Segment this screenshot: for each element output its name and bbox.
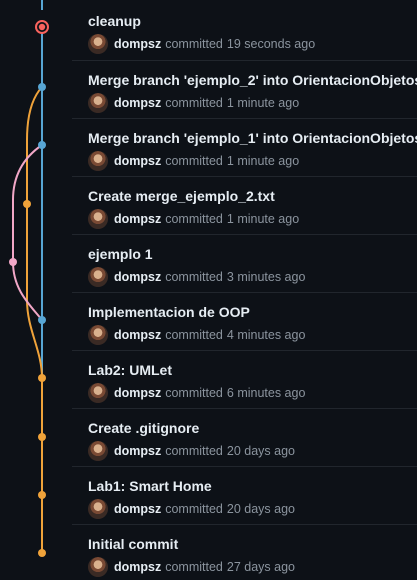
commit-time: 1 minute ago [226,212,300,226]
commit-action: committed [165,502,223,516]
commit-time: 19 seconds ago [226,37,316,51]
commit-author[interactable]: dompsz [114,444,161,458]
avatar-icon[interactable] [88,383,108,403]
commit-author[interactable]: dompsz [114,37,161,51]
commit-title[interactable]: Lab2: UMLet [88,362,172,378]
commit-row[interactable]: Lab1: Smart Home dompsz committed 20 day… [72,466,417,524]
commit-author[interactable]: dompsz [114,154,161,168]
commit-meta: dompsz committed 6 minutes ago [88,383,305,403]
avatar-icon[interactable] [88,34,108,54]
commit-time: 4 minutes ago [226,328,306,342]
commit-meta: dompsz committed 1 minute ago [88,93,299,113]
commit-graph [9,0,49,557]
commit-author[interactable]: dompsz [114,386,161,400]
commit-meta: dompsz committed 20 days ago [88,499,295,519]
commit-meta: dompsz committed 20 days ago [88,441,295,461]
commit-time: 1 minute ago [226,96,300,110]
commit-title[interactable]: Initial commit [88,536,178,552]
graph-line-ejemplo2-bottom [26,204,43,379]
commit-title[interactable]: Implementacion de OOP [88,304,250,320]
commit-node [38,141,46,149]
commit-action: committed [165,328,223,342]
commit-title[interactable]: Merge branch 'ejemplo_1' into Orientacio… [88,130,417,146]
commit-node [38,316,46,324]
commit-node-head-core [38,23,46,31]
commit-node [38,491,46,499]
commit-title[interactable]: Create merge_ejemplo_2.txt [88,188,275,204]
commit-meta: dompsz committed 19 seconds ago [88,34,315,54]
commit-author[interactable]: dompsz [114,328,161,342]
commit-author[interactable]: dompsz [114,212,161,226]
commit-history: cleanup dompsz committed 19 seconds ago … [0,0,417,580]
commit-node [9,258,17,266]
commit-action: committed [165,270,223,284]
commit-author[interactable]: dompsz [114,560,161,574]
commit-time: 20 days ago [226,502,295,516]
commit-action: committed [165,96,223,110]
commit-row[interactable]: ejemplo 1 dompsz committed 3 minutes ago [72,234,417,292]
commit-title[interactable]: Merge branch 'ejemplo_2' into Orientacio… [88,72,417,88]
commit-title[interactable]: cleanup [88,13,141,29]
commit-time: 1 minute ago [226,154,300,168]
commit-time: 20 days ago [226,444,295,458]
commit-meta: dompsz committed 3 minutes ago [88,267,305,287]
commit-row[interactable]: Create merge_ejemplo_2.txt dompsz commit… [72,176,417,234]
commit-node [38,83,46,91]
commit-author[interactable]: dompsz [114,270,161,284]
commit-time: 3 minutes ago [226,270,306,284]
commit-action: committed [165,37,223,51]
commit-node [38,374,46,382]
commit-action: committed [165,212,223,226]
commit-row[interactable]: Implementacion de OOP dompsz committed 4… [72,292,417,350]
avatar-icon[interactable] [88,151,108,171]
commit-row[interactable]: Lab2: UMLet dompsz committed 6 minutes a… [72,350,417,408]
commit-action: committed [165,444,223,458]
commit-meta: dompsz committed 27 days ago [88,557,295,577]
commit-title[interactable]: Create .gitignore [88,420,199,436]
commit-time: 6 minutes ago [226,386,306,400]
commit-meta: dompsz committed 1 minute ago [88,209,299,229]
commit-row[interactable]: Merge branch 'ejemplo_2' into Orientacio… [72,60,417,118]
avatar-icon[interactable] [88,557,108,577]
commit-author[interactable]: dompsz [114,96,161,110]
commit-row[interactable]: Create .gitignore dompsz committed 20 da… [72,408,417,466]
avatar-icon[interactable] [88,209,108,229]
commit-node [23,200,31,208]
commit-title[interactable]: ejemplo 1 [88,246,153,262]
avatar-icon[interactable] [88,499,108,519]
commit-row[interactable]: Merge branch 'ejemplo_1' into Orientacio… [72,118,417,176]
avatar-icon[interactable] [88,441,108,461]
commit-node [38,433,46,441]
commit-meta: dompsz committed 4 minutes ago [88,325,305,345]
commit-time: 27 days ago [226,560,295,574]
commit-meta: dompsz committed 1 minute ago [88,151,299,171]
commit-node [38,549,46,557]
commit-action: committed [165,560,223,574]
commit-action: committed [165,386,223,400]
commit-row[interactable]: cleanup dompsz committed 19 seconds ago [72,2,417,60]
avatar-icon[interactable] [88,325,108,345]
avatar-icon[interactable] [88,267,108,287]
commit-author[interactable]: dompsz [114,502,161,516]
commit-action: committed [165,154,223,168]
avatar-icon[interactable] [88,93,108,113]
commit-title[interactable]: Lab1: Smart Home [88,478,212,494]
commit-row[interactable]: Initial commit dompsz committed 27 days … [72,524,417,580]
